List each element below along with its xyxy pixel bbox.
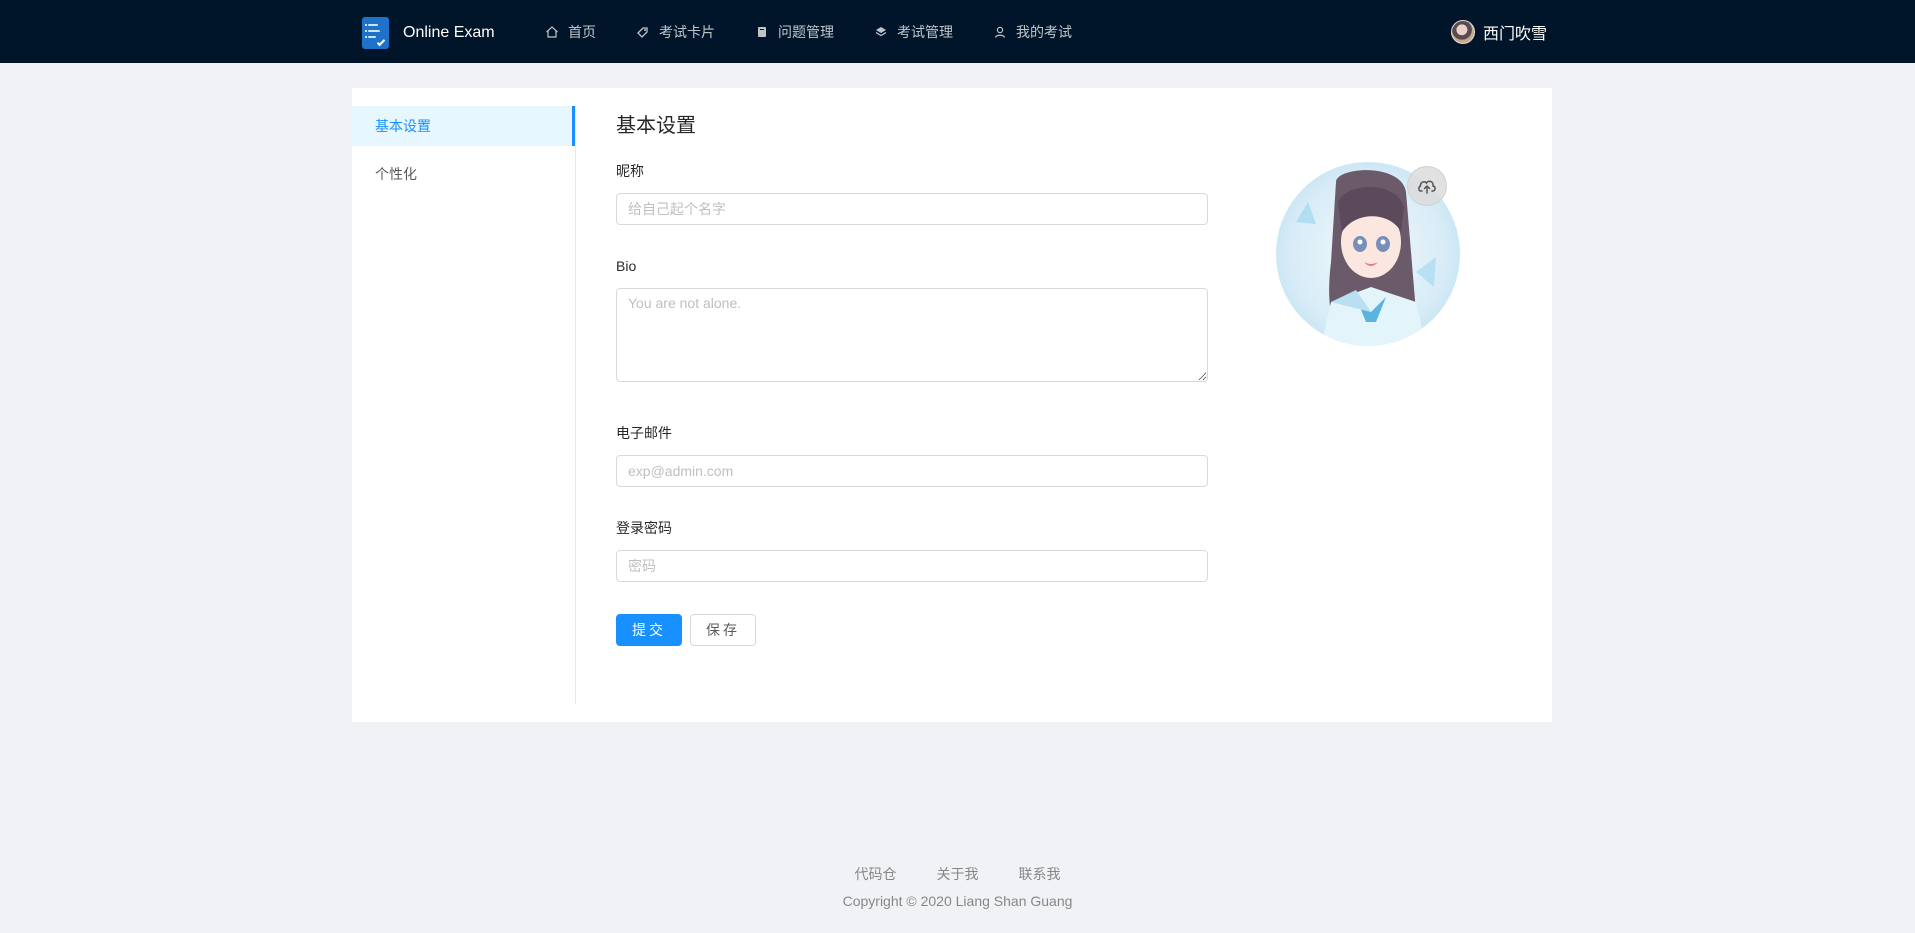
nav-item-exam-management[interactable]: 考试管理 [874, 22, 953, 42]
password-field-group: 登录密码 [616, 517, 1216, 582]
password-input[interactable] [616, 550, 1208, 582]
nav-item-question-management[interactable]: 问题管理 [755, 22, 834, 42]
menu-item-personalization[interactable]: 个性化 [352, 154, 575, 194]
top-navbar: Online Exam 首页 考试卡片 问题管理 考试管理 我的考试 西门吹雪 [0, 0, 1915, 63]
main-nav: 首页 考试卡片 问题管理 考试管理 我的考试 [545, 0, 1112, 63]
nickname-input[interactable] [616, 193, 1208, 225]
bio-label: Bio [616, 258, 637, 274]
settings-side-menu: 基本设置 个性化 [352, 106, 576, 704]
nickname-label: 昵称 [616, 163, 644, 179]
nav-item-home[interactable]: 首页 [545, 22, 596, 42]
avatar-upload [1276, 162, 1460, 346]
settings-card: 基本设置 个性化 基本设置 昵称 Bio 电子邮件 登录密码 提交 保存 [352, 88, 1552, 722]
form-actions: 提交 保存 [616, 614, 1216, 646]
brand[interactable]: Online Exam [362, 17, 495, 49]
save-button[interactable]: 保存 [690, 614, 756, 646]
footer-link-repository[interactable]: 代码仓 [855, 864, 897, 884]
basic-settings-form: 基本设置 昵称 Bio 电子邮件 登录密码 提交 保存 [616, 112, 1216, 646]
submit-button[interactable]: 提交 [616, 614, 682, 646]
brand-name: Online Exam [403, 24, 495, 41]
bio-textarea[interactable] [616, 288, 1208, 382]
tag-icon [637, 26, 648, 38]
layers-icon [875, 26, 887, 36]
nav-item-exam-cards[interactable]: 考试卡片 [636, 22, 715, 42]
user-menu[interactable]: 西门吹雪 [1451, 20, 1547, 44]
email-label: 电子邮件 [616, 425, 672, 441]
nav-item-label: 问题管理 [778, 23, 834, 40]
page-title: 基本设置 [616, 115, 696, 137]
footer-link-contact[interactable]: 联系我 [1019, 864, 1061, 884]
checklist-logo-icon [362, 17, 389, 49]
password-label: 登录密码 [616, 520, 672, 536]
nickname-field-group: 昵称 [616, 160, 1216, 225]
nav-item-label: 考试卡片 [659, 23, 715, 40]
email-field-group: 电子邮件 [616, 422, 1216, 487]
email-input[interactable] [616, 455, 1208, 487]
nav-item-my-exams[interactable]: 我的考试 [993, 22, 1072, 42]
nav-item-label: 首页 [568, 23, 596, 40]
home-icon [546, 25, 558, 38]
bio-field-group: Bio [616, 255, 1216, 382]
cloud-upload-icon [1418, 180, 1436, 194]
copyright: Copyright © 2020 Liang Shan Guang [842, 893, 1073, 909]
book-icon [758, 26, 766, 37]
upload-avatar-button[interactable] [1407, 166, 1447, 206]
menu-item-basic-settings[interactable]: 基本设置 [352, 106, 575, 146]
nav-item-label: 我的考试 [1016, 23, 1072, 40]
nav-item-label: 考试管理 [897, 23, 953, 40]
footer-links: 代码仓 关于我 联系我 [0, 864, 1915, 884]
user-name: 西门吹雪 [1483, 26, 1548, 43]
user-icon [994, 26, 1006, 38]
footer-link-about[interactable]: 关于我 [937, 864, 979, 884]
avatar [1451, 20, 1475, 44]
